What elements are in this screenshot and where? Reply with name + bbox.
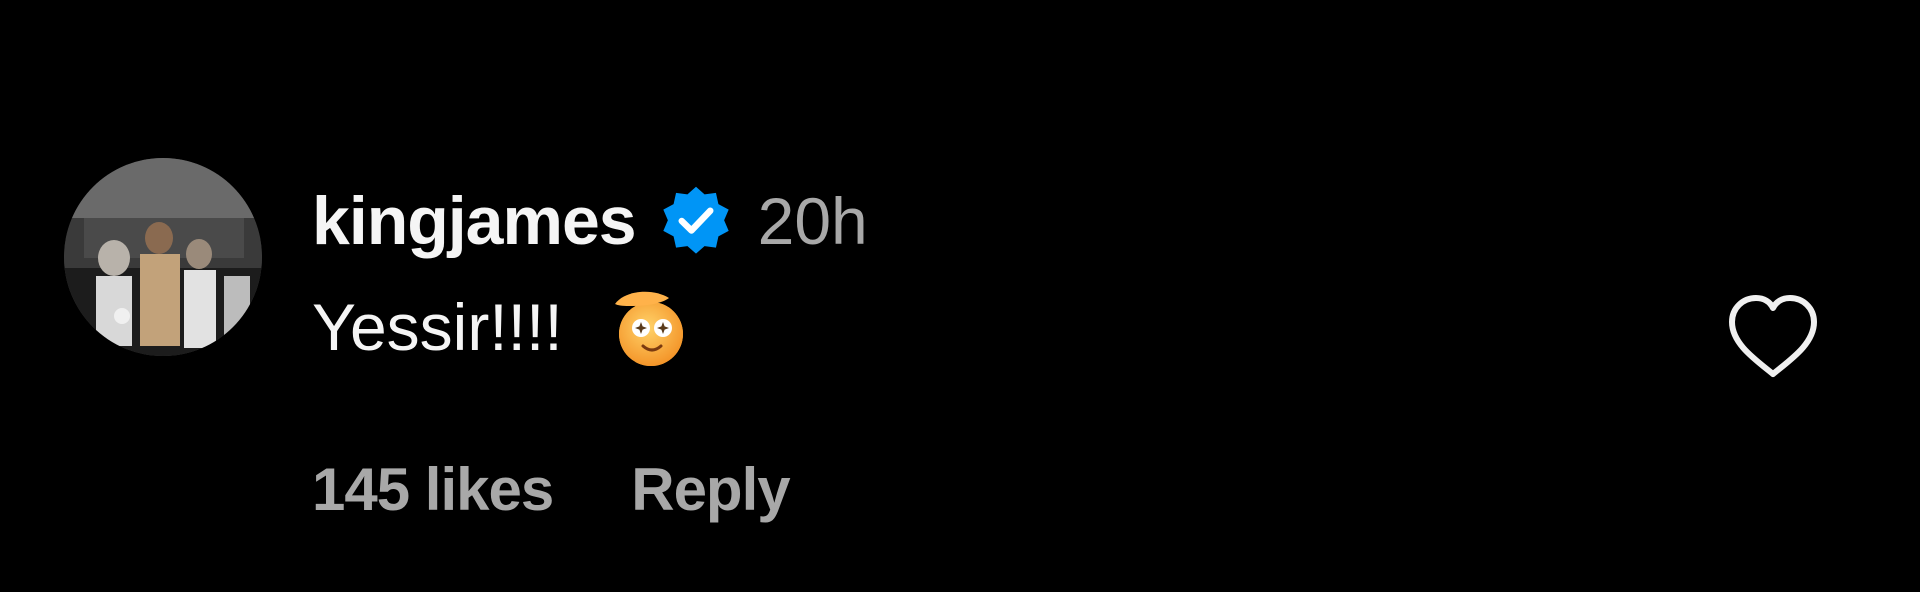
comment-header: kingjames 20h	[312, 176, 868, 266]
avatar[interactable]	[64, 158, 262, 356]
comment-text: Yessir!!!!	[312, 290, 563, 364]
avatar-photo	[64, 158, 262, 356]
likes-count[interactable]: 145 likes	[312, 460, 554, 520]
face-with-cowboy-hat-emoji-icon	[605, 282, 695, 372]
verified-badge-icon	[658, 183, 734, 259]
timestamp[interactable]: 20h	[758, 188, 868, 254]
reply-button[interactable]: Reply	[631, 460, 790, 520]
comment-body: Yessir!!!!	[312, 282, 695, 372]
comment-actions: 145 likes Reply	[312, 450, 791, 530]
heart-outline-icon	[1718, 295, 1828, 389]
like-button[interactable]	[1718, 286, 1828, 386]
comment-item: kingjames 20h Yessir!!!! 145 likes Reply	[0, 0, 1920, 592]
username[interactable]: kingjames	[312, 187, 637, 255]
